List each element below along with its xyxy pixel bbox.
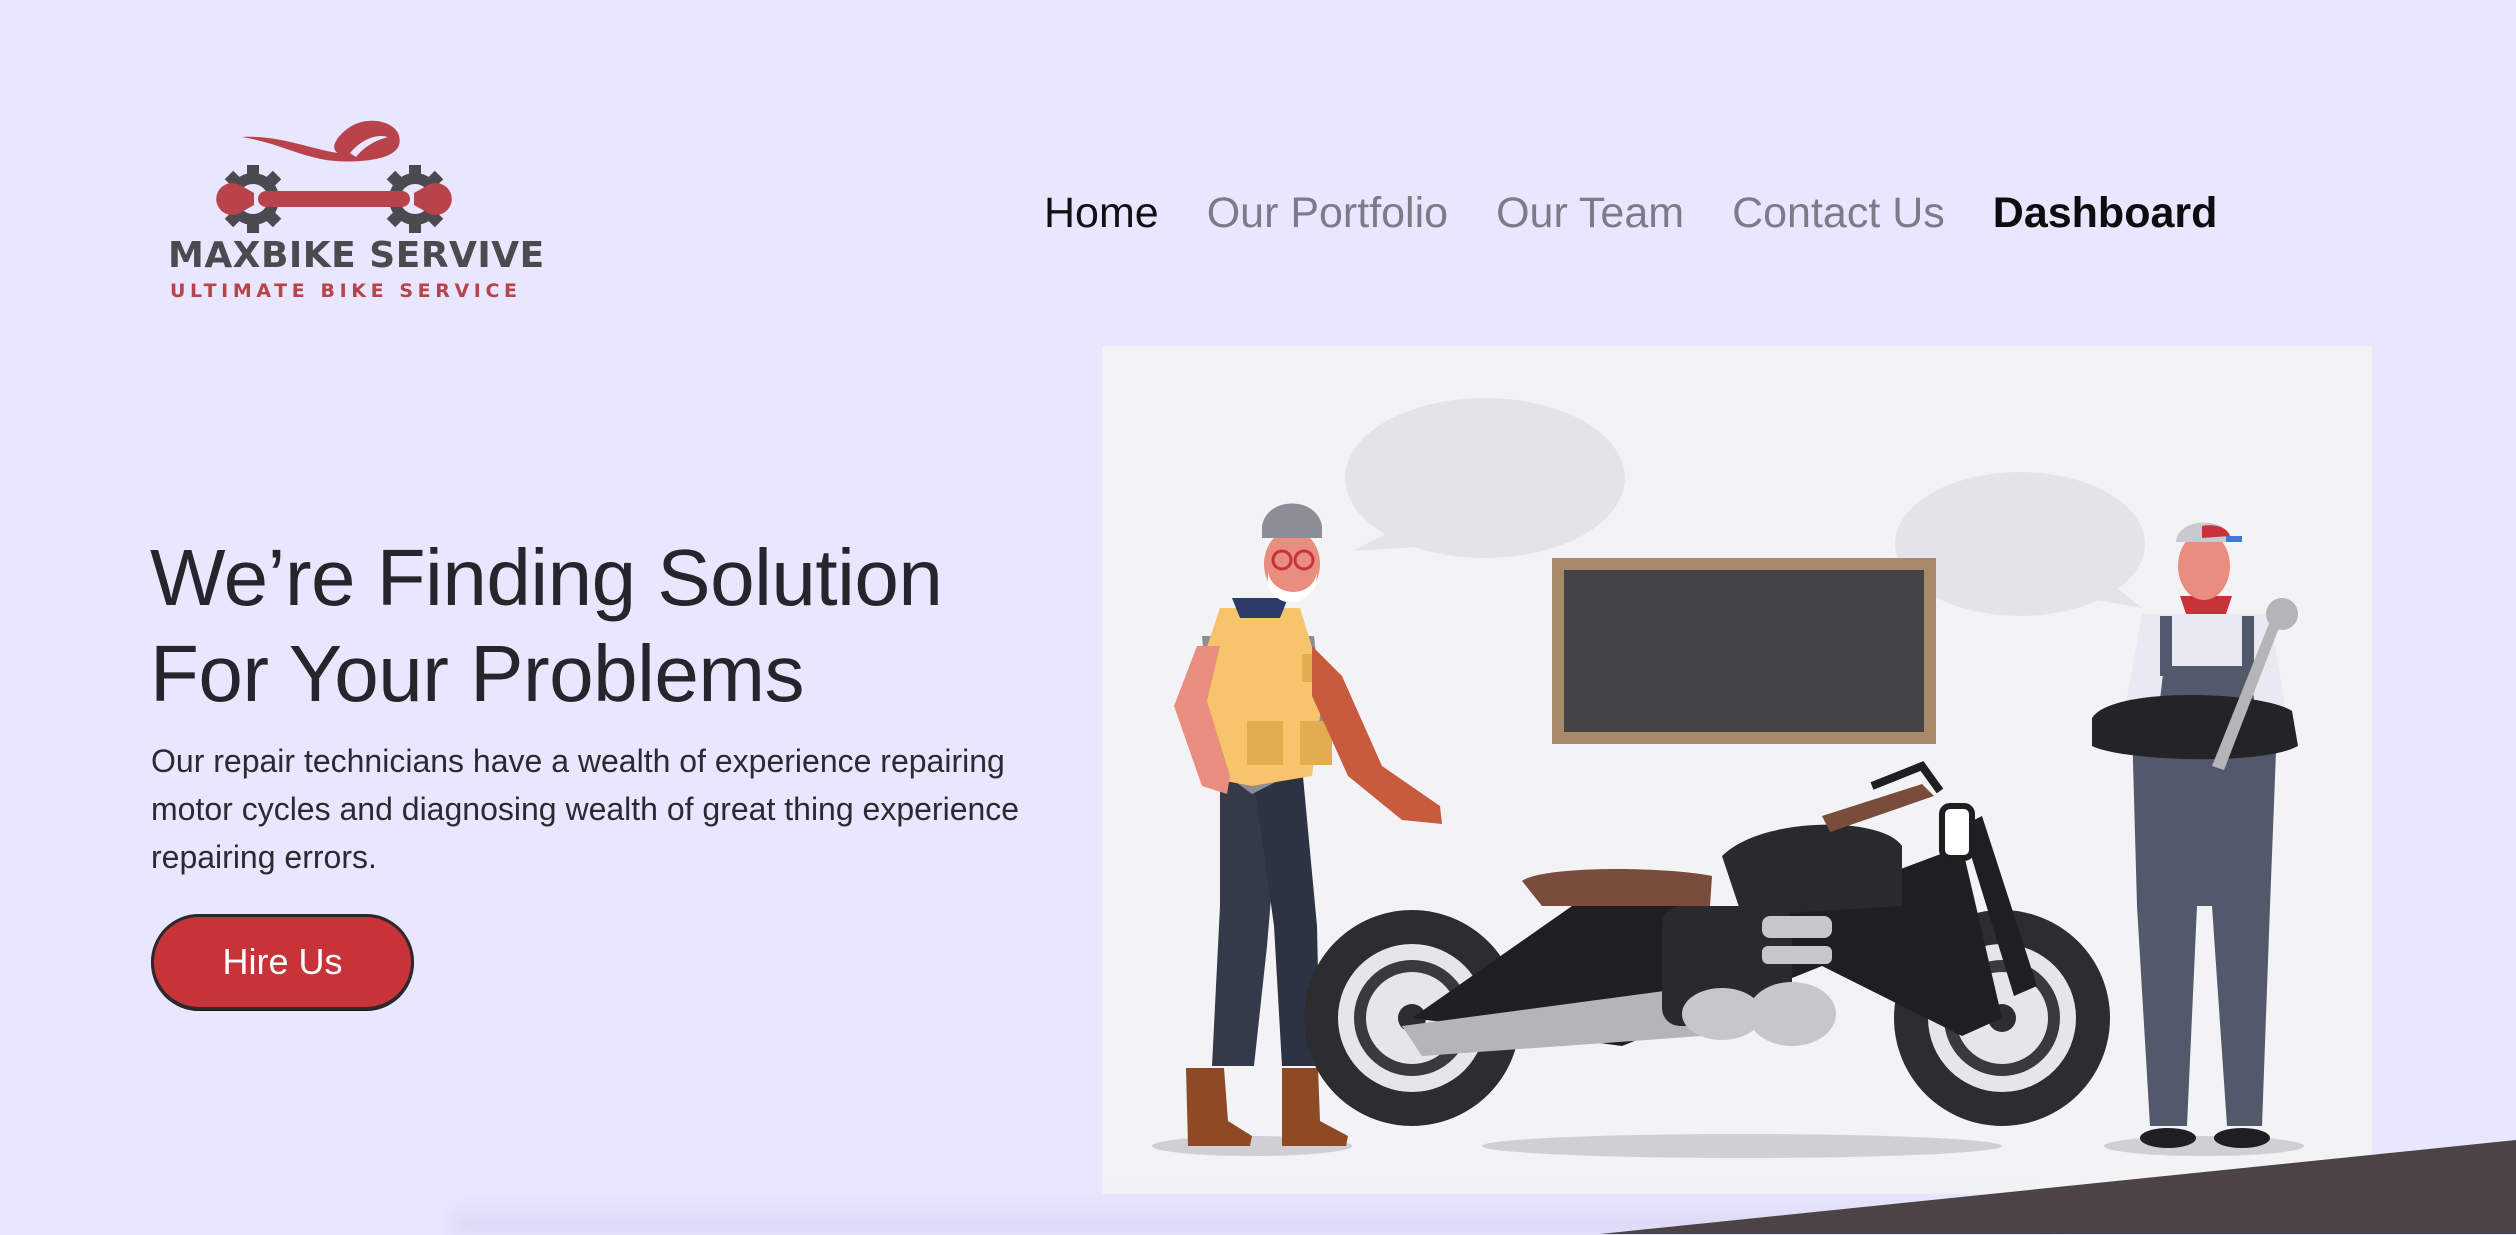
brand-logo[interactable]: MAXBIKE SERVIVE ULTIMATE BIKE SERVICE [160, 115, 544, 305]
hero-illustration [1102, 346, 2372, 1194]
speech-bubble-left [1345, 398, 1625, 558]
mechanics-motorbike-illustration [1102, 346, 2372, 1194]
brand-name: MAXBIKE SERVIVE [168, 235, 545, 276]
hero-title-line-1: We’re Finding Solution [150, 533, 943, 622]
nav-our-team[interactable]: Our Team [1496, 183, 1684, 243]
hero-description: Our repair technicians have a wealth of … [151, 743, 1020, 875]
hire-us-button[interactable]: Hire Us [151, 914, 414, 1010]
nav-our-portfolio[interactable]: Our Portfolio [1207, 183, 1448, 243]
nav-home[interactable]: Home [1044, 183, 1159, 243]
hero-title-line-2: For Your Problems [150, 629, 805, 718]
bottom-shadow [450, 1195, 2050, 1235]
main-nav: Home Our Portfolio Our Team Contact Us D… [1044, 183, 2217, 243]
hero-title: We’re Finding Solution For Your Problems [150, 530, 1050, 722]
nav-contact-us[interactable]: Contact Us [1732, 183, 1945, 243]
motorbike-wrench-gears-icon [216, 120, 452, 233]
brand-tagline: ULTIMATE BIKE SERVICE [170, 280, 522, 302]
chalkboard [1552, 558, 1936, 744]
nav-dashboard[interactable]: Dashboard [1993, 183, 2218, 243]
